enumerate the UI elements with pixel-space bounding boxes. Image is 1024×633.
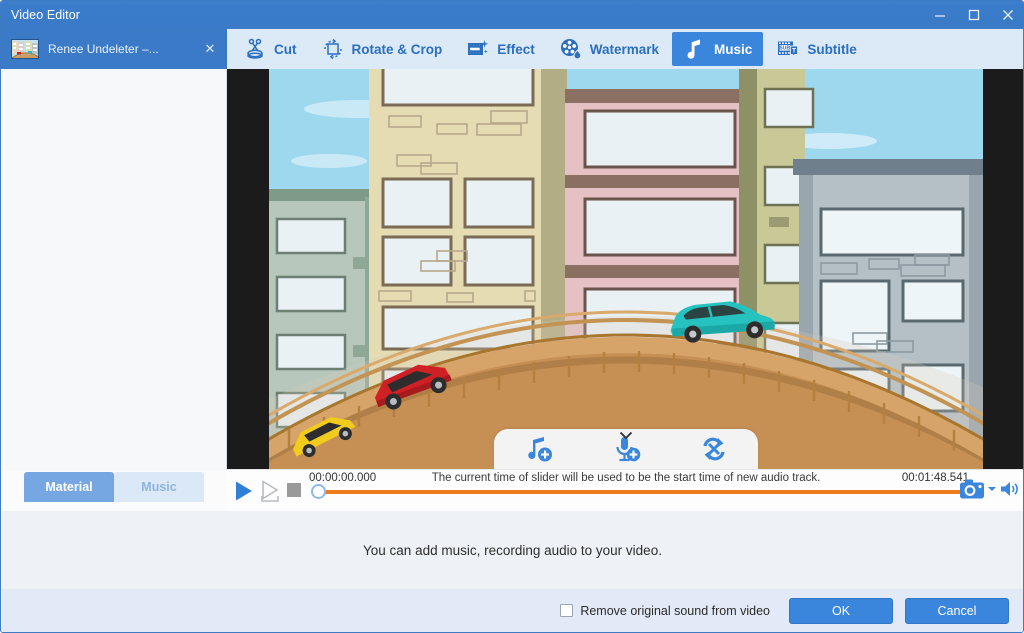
tab-music[interactable]: Music: [672, 32, 764, 66]
video-frame-image: [269, 69, 983, 469]
film-sparkle-icon: [466, 37, 490, 61]
document-tab-label: Renee Undeleter –...: [48, 42, 159, 56]
cancel-button[interactable]: Cancel: [905, 597, 1009, 624]
tab-cut-label: Cut: [274, 41, 297, 57]
checkbox-box[interactable]: [560, 604, 574, 617]
title-bar: Video Editor: [1, 1, 1023, 29]
timeline-track[interactable]: [317, 490, 967, 494]
tab-watermark-label: Watermark: [589, 41, 660, 57]
add-music-note-icon: [528, 437, 552, 462]
tab-watermark[interactable]: Watermark: [548, 32, 670, 66]
stop-button[interactable]: [287, 483, 301, 497]
window-title: Video Editor: [11, 8, 81, 22]
video-preview[interactable]: [227, 69, 1023, 469]
scissors-icon: [243, 37, 267, 61]
tab-rotate-crop[interactable]: Rotate & Crop: [310, 32, 454, 66]
info-panel: You can add music, recording audio to yo…: [2, 511, 1023, 589]
maximize-button[interactable]: [957, 1, 991, 29]
loop-refresh-icon: [703, 437, 725, 461]
document-tab[interactable]: Renee Undeleter –... ✕: [1, 29, 227, 69]
add-music-button[interactable]: [522, 434, 554, 464]
subtitle-icon: SUB T: [776, 37, 800, 61]
tab-effect-label: Effect: [497, 41, 535, 57]
tab-music-label: Music: [714, 41, 753, 57]
tab-toolbar-row: Renee Undeleter –... ✕ Cut Rotate & Crop…: [1, 29, 1023, 69]
tab-subtitle[interactable]: SUB T Subtitle: [765, 32, 868, 66]
svg-text:T: T: [792, 48, 796, 55]
close-button[interactable]: [991, 1, 1023, 29]
document-tab-close-icon[interactable]: ✕: [201, 41, 219, 57]
watermark-droplet-icon: [559, 37, 583, 61]
loop-audio-button[interactable]: [698, 434, 730, 464]
sidebar-item-material[interactable]: Material: [24, 472, 114, 502]
music-actions-popup: [494, 429, 758, 469]
minimize-button[interactable]: [923, 1, 957, 29]
window-controls: [923, 1, 1023, 29]
tab-rotate-crop-label: Rotate & Crop: [351, 41, 443, 57]
tab-subtitle-label: Subtitle: [807, 41, 857, 57]
sidebar-item-music[interactable]: Music: [114, 472, 204, 502]
tab-cut[interactable]: Cut: [232, 32, 308, 66]
info-message: You can add music, recording audio to yo…: [363, 542, 662, 558]
remove-original-sound-label: Remove original sound from video: [580, 603, 770, 618]
speaker-volume-icon[interactable]: [999, 480, 1019, 498]
timeline-slider-handle[interactable]: [311, 484, 326, 499]
rotate-crop-icon: [321, 37, 345, 61]
remove-original-sound-checkbox[interactable]: Remove original sound from video: [560, 604, 770, 618]
chevron-down-icon[interactable]: [619, 431, 633, 440]
playback-controls: 00:00:00.000 The current time of slider …: [227, 469, 1023, 511]
dialog-footer: Remove original sound from video OK Canc…: [2, 589, 1023, 632]
chevron-down-icon[interactable]: [987, 485, 997, 493]
left-panel-tabbar: Material Music: [2, 470, 227, 504]
music-note-icon: [683, 37, 707, 61]
svg-text:SUB: SUB: [780, 46, 791, 52]
document-thumbnail: [11, 39, 39, 59]
video-editor-window: Video Editor Renee Undeleter –... ✕ Cut …: [0, 0, 1024, 633]
ok-button[interactable]: OK: [789, 597, 893, 624]
camera-snapshot-icon[interactable]: [959, 478, 985, 500]
editor-toolbar: Cut Rotate & Crop Effect Watermark Music…: [227, 29, 1023, 69]
tab-effect[interactable]: Effect: [455, 32, 546, 66]
material-list-panel[interactable]: [2, 69, 227, 504]
snapshot-controls: [959, 478, 1019, 500]
